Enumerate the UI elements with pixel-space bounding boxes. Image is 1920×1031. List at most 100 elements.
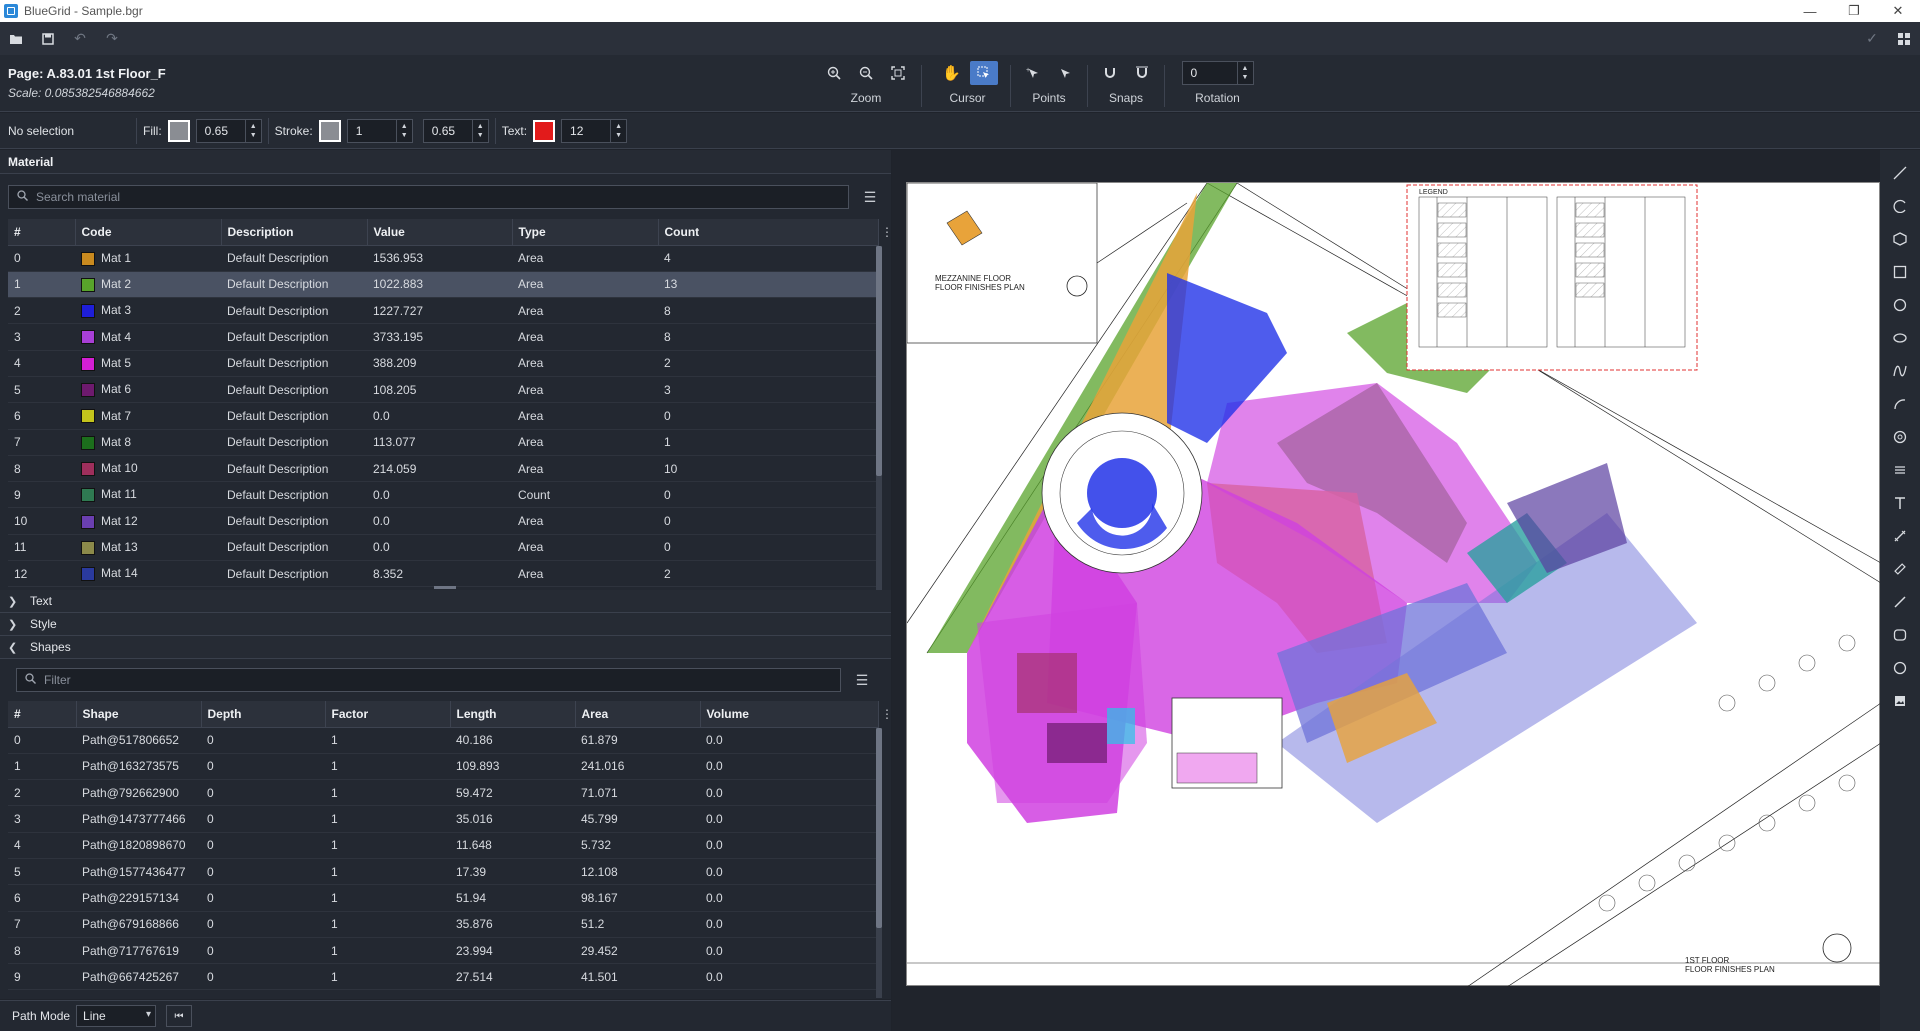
shape-row[interactable]: 5 Path@1577436477 0 1 17.39 12.108 0.0 <box>8 858 878 886</box>
material-row[interactable]: 6 Mat 7 Default Description 0.0 Area 0 <box>8 402 878 430</box>
material-column-header[interactable]: Description <box>221 219 368 246</box>
arc2-icon[interactable] <box>1886 387 1914 420</box>
material-color-swatch[interactable] <box>81 383 95 398</box>
shapes-column-header[interactable]: Area <box>575 701 701 728</box>
snap-icon[interactable] <box>1096 61 1124 85</box>
fill-opacity-stepper[interactable]: ▲ ▼ <box>245 118 262 143</box>
material-row[interactable]: 2 Mat 3 Default Description 1227.727 Area 8 <box>8 297 878 325</box>
select-cursor-icon[interactable] <box>969 61 998 85</box>
grid-layout-icon[interactable] <box>1888 25 1920 53</box>
material-row[interactable]: 12 Mat 14 Default Description 8.352 Area 2 <box>8 560 878 588</box>
material-color-swatch[interactable] <box>81 277 95 292</box>
material-color-swatch[interactable] <box>81 409 95 424</box>
check-icon[interactable]: ✓ <box>1856 25 1888 53</box>
shape-row[interactable]: 1 Path@163273575 0 1 109.893 241.016 0.0 <box>8 753 878 781</box>
hexagon-icon[interactable] <box>1886 222 1914 255</box>
shape-row[interactable]: 8 Path@717767619 0 1 23.994 29.452 0.0 <box>8 937 878 965</box>
shapes-section[interactable]: ❮ Shapes <box>0 636 891 659</box>
material-row[interactable]: 11 Mat 13 Default Description 0.0 Area 0 <box>8 534 878 562</box>
shape-row[interactable]: 2 Path@792662900 0 1 59.472 71.071 0.0 <box>8 779 878 807</box>
fill-opacity-input[interactable]: 0.65 <box>195 118 246 143</box>
text-icon[interactable] <box>1886 486 1914 519</box>
material-scrollbar[interactable] <box>876 246 882 596</box>
text-size-input[interactable]: 12 <box>561 118 612 143</box>
material-color-swatch[interactable] <box>81 435 95 450</box>
undo-icon[interactable]: ↶ <box>64 25 96 53</box>
material-column-header[interactable]: Value <box>367 219 513 246</box>
arc-icon[interactable] <box>1886 189 1914 222</box>
material-row[interactable]: 10 Mat 12 Default Description 0.0 Area 0 <box>8 507 878 535</box>
stroke-color-swatch[interactable] <box>318 119 341 142</box>
material-color-swatch[interactable] <box>81 540 95 555</box>
ring-icon[interactable] <box>1886 651 1914 684</box>
minimize-icon[interactable]: — <box>1788 0 1832 22</box>
shapes-column-header[interactable]: Depth <box>201 701 326 728</box>
remove-point-icon[interactable] <box>1051 61 1079 85</box>
shapes-filter-input[interactable]: Filter <box>16 668 841 692</box>
redo-icon[interactable]: ↷ <box>96 25 128 53</box>
canvas-area[interactable]: LEGEND MEZZANINE FLOOR FLOOR FINISHES PL… <box>892 150 1882 1031</box>
floor-plan-drawing[interactable]: LEGEND MEZZANINE FLOOR FLOOR FINISHES PL… <box>906 182 1882 988</box>
rotation-input[interactable]: 0 <box>1181 61 1238 85</box>
shapes-column-header[interactable]: # <box>8 701 77 728</box>
material-row[interactable]: 9 Mat 11 Default Description 0.0 Count 0 <box>8 481 878 509</box>
zoom-fit-icon[interactable] <box>884 61 912 85</box>
shape-row[interactable]: 9 Path@667425267 0 1 27.514 41.501 0.0 <box>8 963 878 991</box>
material-color-swatch[interactable] <box>81 461 95 476</box>
style-section[interactable]: ❯ Style <box>0 613 891 636</box>
zoom-in-icon[interactable] <box>820 61 848 85</box>
material-color-swatch[interactable] <box>81 304 95 319</box>
measure-icon[interactable] <box>1886 519 1914 552</box>
shapes-column-header[interactable]: Shape <box>76 701 202 728</box>
fill-color-swatch[interactable] <box>167 119 190 142</box>
material-column-header[interactable]: Count <box>658 219 879 246</box>
restore-icon[interactable]: ❐ <box>1832 0 1876 22</box>
circle-icon[interactable] <box>1886 288 1914 321</box>
material-color-swatch[interactable] <box>81 567 95 582</box>
pan-hand-icon[interactable]: ✋ <box>938 61 966 85</box>
rotation-stepper[interactable]: ▲ ▼ <box>1237 61 1254 85</box>
material-color-swatch[interactable] <box>81 330 95 345</box>
material-column-header[interactable]: Type <box>512 219 659 246</box>
ellipse-icon[interactable] <box>1886 321 1914 354</box>
line-icon[interactable] <box>1886 156 1914 189</box>
shape-row[interactable]: 6 Path@229157134 0 1 51.94 98.167 0.0 <box>8 884 878 912</box>
stroke-opacity-stepper[interactable]: ▲ ▼ <box>472 118 489 143</box>
snap-off-icon[interactable] <box>1128 61 1156 85</box>
pencil-icon[interactable] <box>1886 585 1914 618</box>
path-mode-select[interactable]: Line <box>76 1005 157 1027</box>
material-column-header[interactable]: # <box>8 219 76 246</box>
skip-back-icon[interactable]: ⏮ <box>166 1005 193 1027</box>
shapes-scrollbar[interactable] <box>876 728 882 998</box>
image-icon[interactable] <box>1886 684 1914 717</box>
multiline-icon[interactable] <box>1886 453 1914 486</box>
stroke-opacity-input[interactable]: 0.65 <box>422 118 473 143</box>
material-row[interactable]: 3 Mat 4 Default Description 3733.195 Area 8 <box>8 323 878 351</box>
shape-row[interactable]: 3 Path@1473777466 0 1 35.016 45.799 0.0 <box>8 805 878 833</box>
splitter-handle[interactable] <box>434 586 456 589</box>
rounded-rect-icon[interactable] <box>1886 618 1914 651</box>
shapes-menu-icon[interactable]: ☰ <box>851 668 873 692</box>
text-section[interactable]: ❯ Text <box>0 590 891 613</box>
material-row[interactable]: 5 Mat 6 Default Description 108.205 Area 3 <box>8 376 878 404</box>
ruler-icon[interactable] <box>1886 552 1914 585</box>
close-icon[interactable]: ✕ <box>1876 0 1920 22</box>
material-search-input[interactable]: Search material <box>8 185 850 209</box>
material-color-swatch[interactable] <box>81 356 95 371</box>
shape-row[interactable]: 0 Path@517806652 0 1 40.186 61.879 0.0 <box>8 727 878 754</box>
open-folder-icon[interactable] <box>0 25 32 53</box>
material-color-swatch[interactable] <box>81 488 95 503</box>
shape-row[interactable]: 7 Path@679168866 0 1 35.876 51.2 0.0 <box>8 911 878 938</box>
shapes-column-header[interactable]: Volume <box>700 701 879 728</box>
stroke-width-stepper[interactable]: ▲ ▼ <box>396 118 413 143</box>
material-row[interactable]: 7 Mat 8 Default Description 113.077 Area 1 <box>8 429 878 456</box>
material-row[interactable]: 1 Mat 2 Default Description 1022.883 Area 13 <box>8 271 878 299</box>
text-color-swatch[interactable] <box>533 119 556 142</box>
material-column-header[interactable]: Code <box>75 219 222 246</box>
text-size-stepper[interactable]: ▲ ▼ <box>611 118 628 143</box>
zoom-out-icon[interactable] <box>852 61 880 85</box>
shape-row[interactable]: 4 Path@1820898670 0 1 11.648 5.732 0.0 <box>8 832 878 859</box>
shapes-column-header[interactable]: Length <box>450 701 576 728</box>
curve-icon[interactable] <box>1886 354 1914 387</box>
material-row[interactable]: 4 Mat 5 Default Description 388.209 Area 2 <box>8 350 878 377</box>
